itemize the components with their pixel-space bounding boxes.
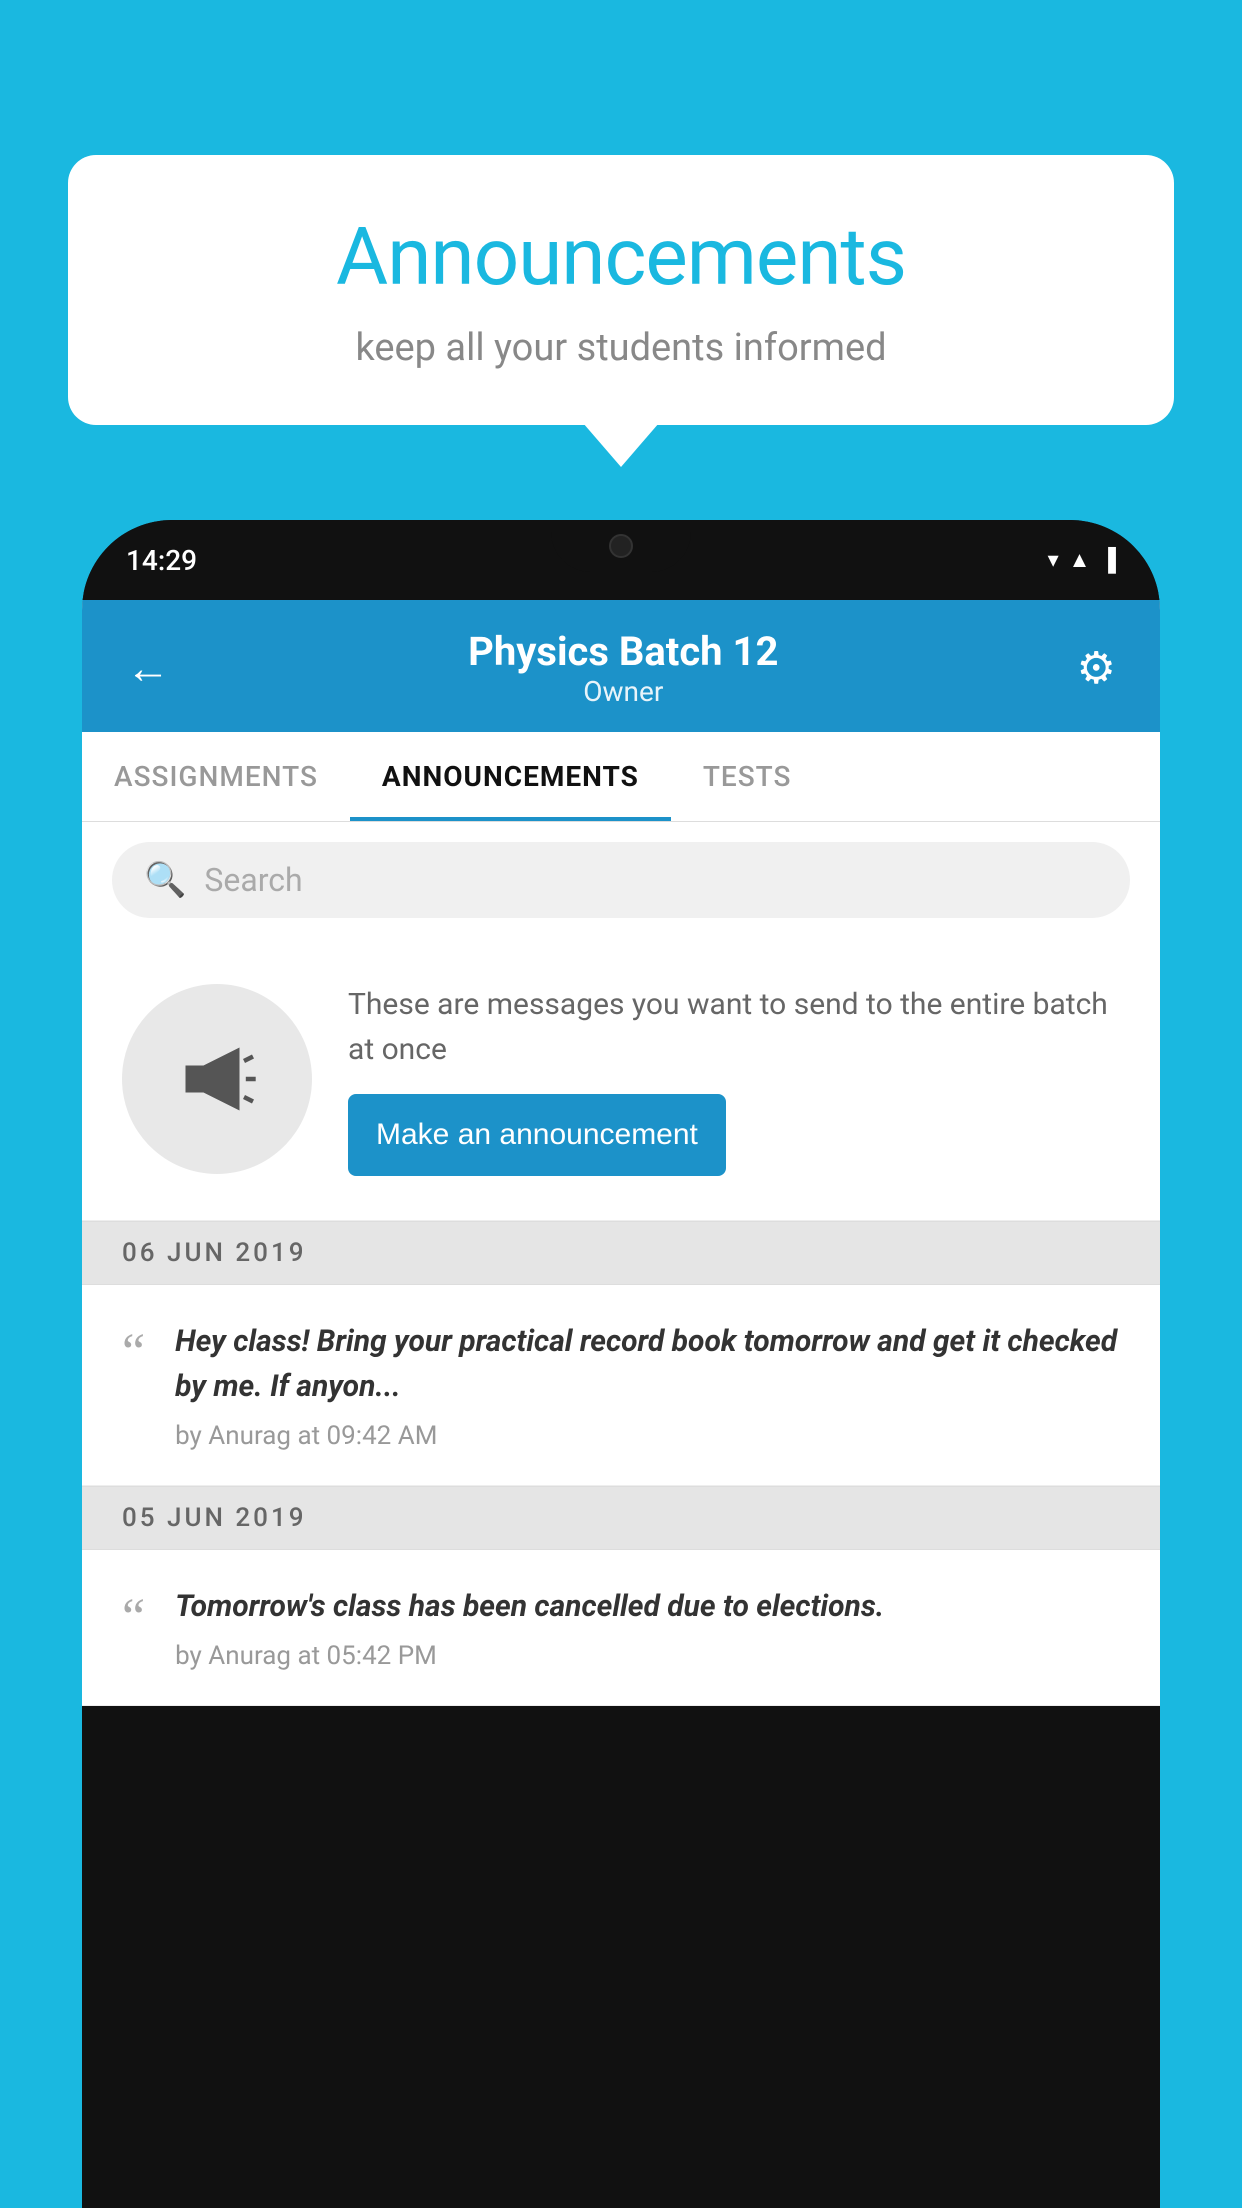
app-screen: ← Physics Batch 12 Owner ⚙ ASSIGNMENTS A… (82, 600, 1160, 1706)
notch (551, 520, 691, 572)
search-container: 🔍 Search (82, 822, 1160, 938)
promo-card: These are messages you want to send to t… (82, 938, 1160, 1221)
announcement-item-2: “ Tomorrow's class has been cancelled du… (82, 1550, 1160, 1706)
megaphone-icon (172, 1034, 262, 1124)
speech-bubble-subtitle: keep all your students informed (128, 326, 1114, 370)
search-bar[interactable]: 🔍 Search (112, 842, 1130, 918)
announcement-meta-1: by Anurag at 09:42 AM (175, 1421, 1120, 1451)
promo-description: These are messages you want to send to t… (348, 982, 1120, 1072)
tab-assignments[interactable]: ASSIGNMENTS (82, 732, 350, 821)
announcement-meta-2: by Anurag at 05:42 PM (175, 1641, 1120, 1671)
make-announcement-button[interactable]: Make an announcement (348, 1094, 726, 1176)
wifi-icon: ▾ (1048, 548, 1059, 573)
status-time: 14:29 (126, 544, 197, 577)
header-center: Physics Batch 12 Owner (468, 628, 778, 708)
app-header: ← Physics Batch 12 Owner ⚙ (82, 600, 1160, 732)
header-subtitle: Owner (468, 675, 778, 708)
back-button[interactable]: ← (126, 642, 170, 694)
camera (609, 534, 633, 558)
tabs-bar: ASSIGNMENTS ANNOUNCEMENTS TESTS (82, 732, 1160, 822)
tab-tests[interactable]: TESTS (671, 732, 824, 821)
date-separator-2: 05 JUN 2019 (82, 1486, 1160, 1550)
announcement-text-block-2: Tomorrow's class has been cancelled due … (175, 1584, 1120, 1671)
quote-icon-1: “ (122, 1327, 145, 1379)
settings-icon[interactable]: ⚙ (1077, 642, 1116, 694)
phone-frame: 14:29 ▾ ▲ ▐ ← Physics Batch 12 Owner ⚙ A… (82, 520, 1160, 2208)
promo-icon-circle (122, 984, 312, 1174)
announcement-text-block-1: Hey class! Bring your practical record b… (175, 1319, 1120, 1451)
announcement-message-1: Hey class! Bring your practical record b… (175, 1319, 1120, 1409)
battery-icon: ▐ (1100, 547, 1116, 573)
promo-content: These are messages you want to send to t… (348, 982, 1120, 1176)
speech-bubble: Announcements keep all your students inf… (68, 155, 1174, 425)
tab-announcements[interactable]: ANNOUNCEMENTS (350, 732, 671, 821)
status-bar: 14:29 ▾ ▲ ▐ (82, 520, 1160, 600)
date-separator-1: 06 JUN 2019 (82, 1221, 1160, 1285)
search-placeholder: Search (204, 861, 302, 899)
announcement-item-1: “ Hey class! Bring your practical record… (82, 1285, 1160, 1486)
search-icon: 🔍 (144, 860, 186, 900)
announcement-message-2: Tomorrow's class has been cancelled due … (175, 1584, 1120, 1629)
status-icons: ▾ ▲ ▐ (1048, 547, 1116, 573)
speech-bubble-container: Announcements keep all your students inf… (68, 155, 1174, 425)
signal-icon: ▲ (1069, 547, 1091, 573)
header-title: Physics Batch 12 (468, 628, 778, 675)
quote-icon-2: “ (122, 1592, 145, 1644)
speech-bubble-title: Announcements (128, 210, 1114, 304)
